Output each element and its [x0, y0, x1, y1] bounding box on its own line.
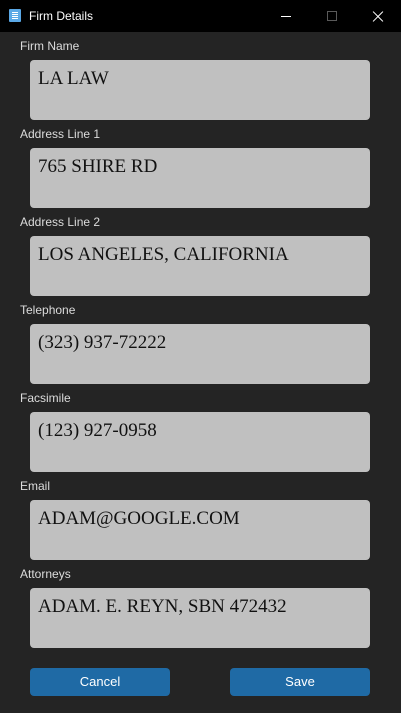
maximize-icon[interactable]	[309, 0, 355, 32]
address-line-1-input[interactable]: 765 SHIRE RD	[30, 148, 370, 208]
email-label: Email	[20, 479, 51, 493]
address-line-2-label: Address Line 2	[20, 215, 101, 229]
telephone-input[interactable]: (323) 937-72222	[30, 324, 370, 384]
close-icon[interactable]	[355, 0, 401, 32]
window-title: Firm Details	[29, 9, 94, 23]
telephone-label: Telephone	[20, 303, 76, 317]
app-icon	[9, 9, 21, 22]
address-line-1-label: Address Line 1	[20, 127, 101, 141]
firm-name-label: Firm Name	[20, 39, 80, 53]
attorneys-label: Attorneys	[20, 567, 71, 581]
facsimile-input[interactable]: (123) 927-0958	[30, 412, 370, 472]
address-line-2-input[interactable]: LOS ANGELES, CALIFORNIA	[30, 236, 370, 296]
facsimile-label: Facsimile	[20, 391, 71, 405]
attorneys-input[interactable]: ADAM. E. REYN, SBN 472432	[30, 588, 370, 648]
cancel-button[interactable]: Cancel	[30, 668, 170, 696]
save-button[interactable]: Save	[230, 668, 370, 696]
email-input[interactable]: ADAM@GOOGLE.COM	[30, 500, 370, 560]
firm-name-input[interactable]: LA LAW	[30, 60, 370, 120]
minimize-icon[interactable]	[263, 0, 309, 32]
title-bar: Firm Details	[0, 0, 401, 32]
